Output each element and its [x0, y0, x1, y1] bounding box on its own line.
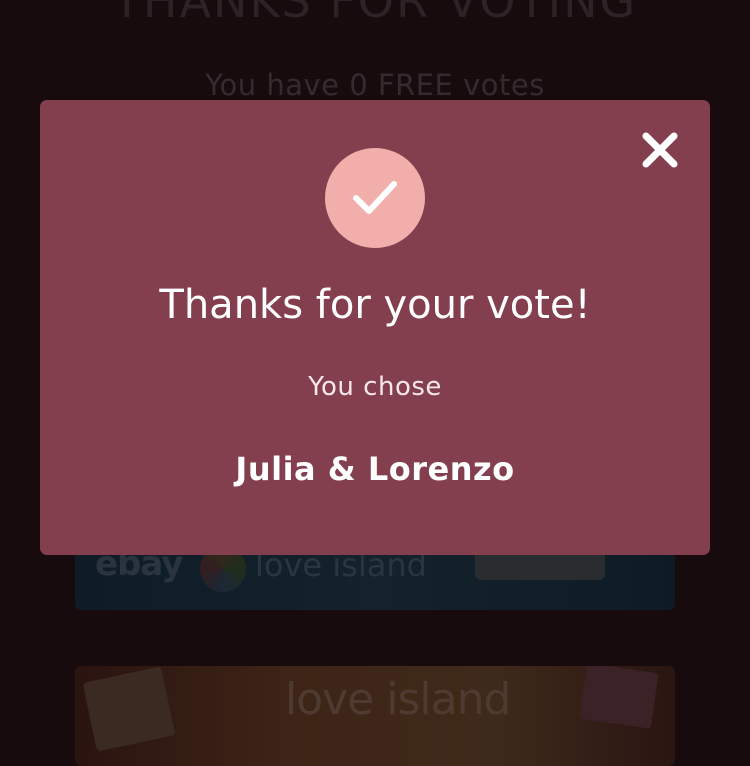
banknotes-image — [82, 666, 176, 752]
modal-title: Thanks for your vote! — [159, 282, 591, 328]
check-icon — [353, 181, 397, 214]
vote-confirmation-modal: Thanks for your vote! You chose Julia & … — [40, 100, 710, 555]
banknote-image — [579, 666, 659, 729]
chosen-couple: Julia & Lorenzo — [235, 450, 515, 488]
love-island-logo-text: love island — [285, 674, 511, 725]
love-island-banner[interactable]: love island — [75, 666, 675, 766]
success-badge — [325, 148, 425, 248]
modal-subtitle: You chose — [308, 372, 442, 402]
background-heading: THANKS FOR VOTING — [112, 0, 638, 28]
free-votes-text: You have 0 FREE votes — [205, 68, 545, 102]
close-icon — [642, 132, 678, 168]
close-button[interactable] — [640, 130, 680, 170]
